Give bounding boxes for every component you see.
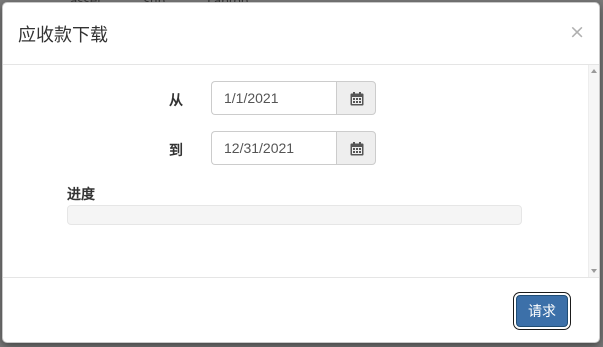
progress-bar xyxy=(67,205,522,225)
dialog-title: 应收款下载 xyxy=(18,25,108,46)
to-date-calendar-button[interactable] xyxy=(336,131,376,165)
from-date-label: 从 xyxy=(169,93,183,109)
request-button[interactable]: 请求 xyxy=(516,295,568,327)
dialog-body: 从 到 xyxy=(3,65,599,277)
dialog-header: 应收款下载 × xyxy=(3,3,599,65)
from-date-picker xyxy=(211,81,376,115)
progress-label: 进度 xyxy=(67,187,95,203)
dialog-footer: 请求 xyxy=(3,277,599,342)
to-date-label: 到 xyxy=(169,143,183,159)
scroll-down-arrow-icon[interactable] xyxy=(591,269,597,273)
to-date-input[interactable] xyxy=(211,131,337,165)
from-date-calendar-button[interactable] xyxy=(336,81,376,115)
calendar-icon xyxy=(350,142,364,156)
dialog-scrollbar[interactable] xyxy=(588,65,599,277)
close-icon[interactable]: × xyxy=(569,22,585,42)
receivables-download-dialog: 应收款下载 × 从 到 xyxy=(2,2,600,343)
scroll-up-arrow-icon[interactable] xyxy=(591,69,597,73)
from-date-input[interactable] xyxy=(211,81,337,115)
calendar-icon xyxy=(350,92,364,106)
to-date-picker xyxy=(211,131,376,165)
